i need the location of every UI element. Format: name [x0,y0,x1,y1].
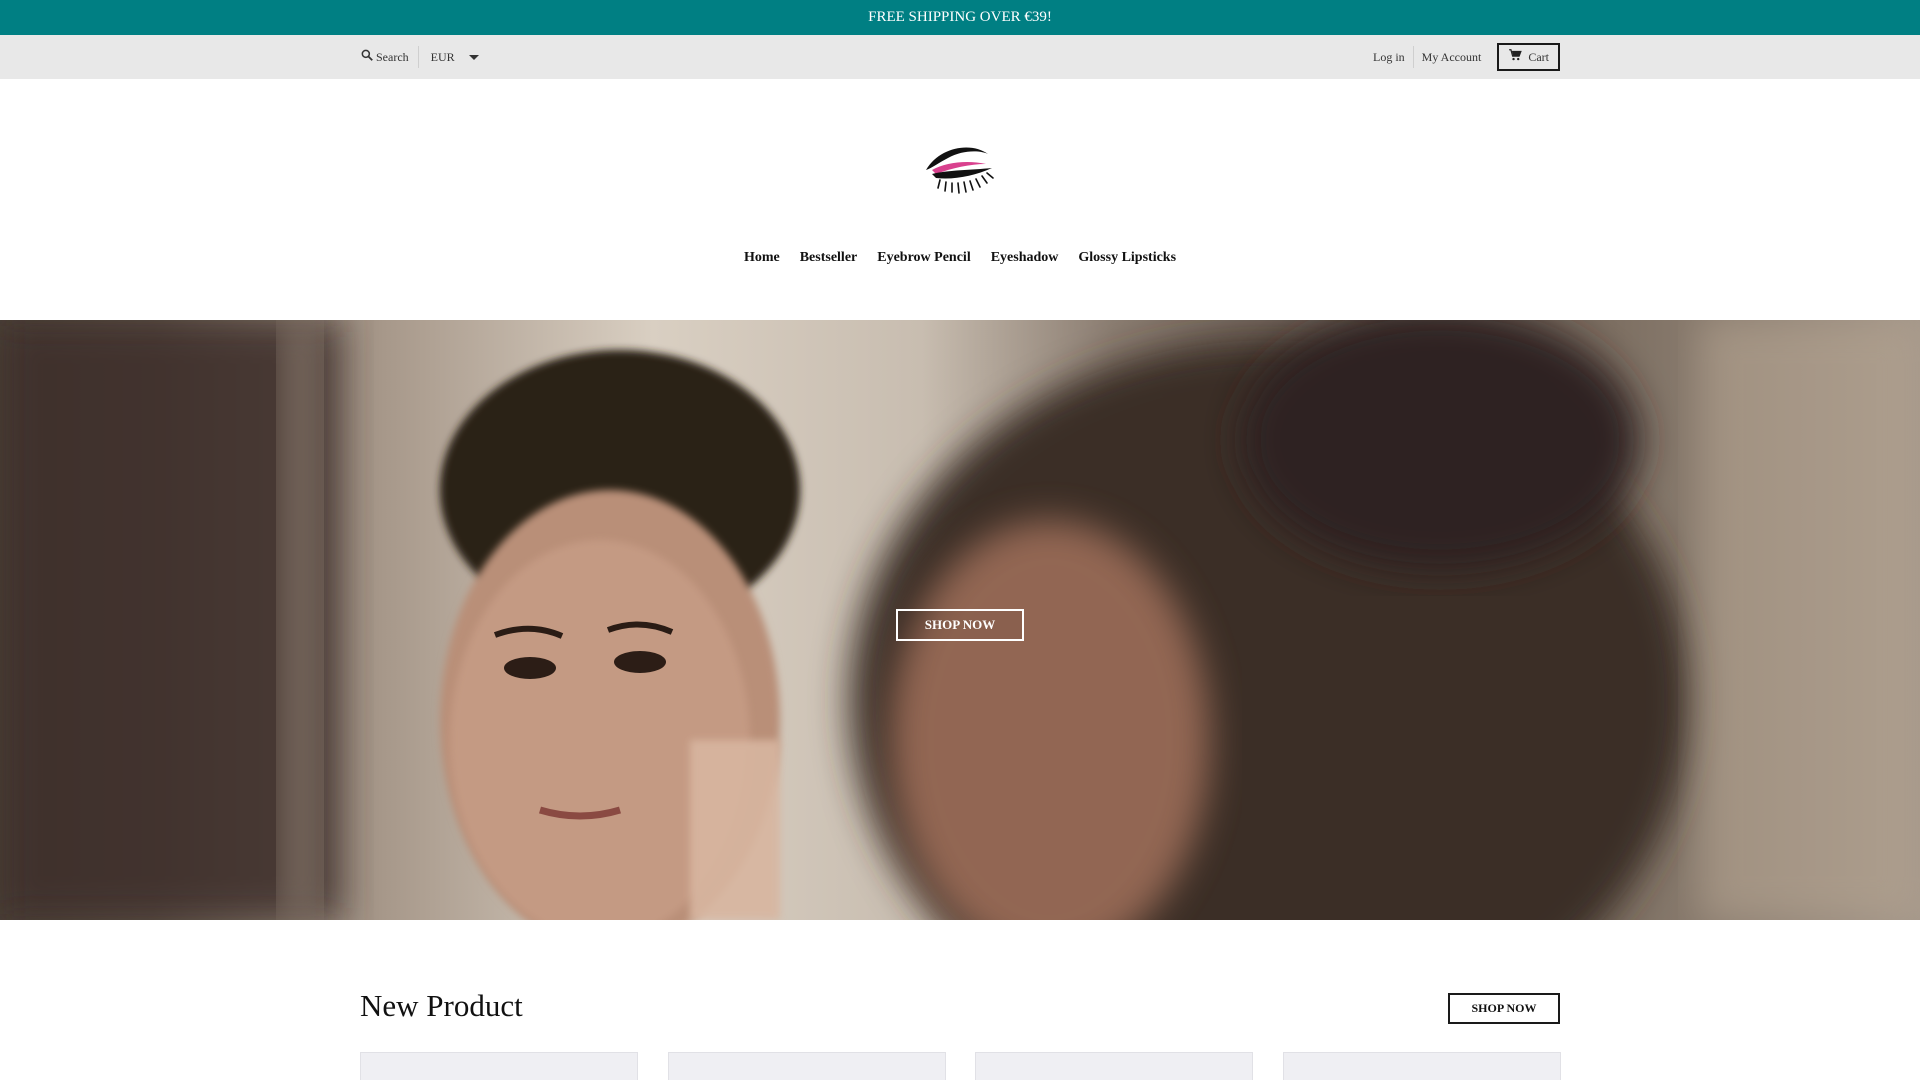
product-card[interactable] [668,1052,946,1080]
hero-shop-now-button[interactable]: SHOP NOW [896,609,1024,641]
search-label: Search [376,49,409,64]
cart-icon [1508,48,1523,66]
account-link[interactable]: My Account [1414,50,1482,65]
new-product-shop-now-button[interactable]: SHOP NOW [1448,993,1560,1024]
nav-item-eyeshadow[interactable]: Eyeshadow [991,250,1059,276]
section-title: New Product [360,988,523,1023]
hero-banner: SHOP NOW [0,320,1920,920]
cart-label: Cart [1528,49,1549,64]
product-grid [360,1052,1561,1080]
product-card[interactable] [975,1052,1253,1080]
cart-button[interactable]: Cart [1497,43,1560,71]
announcement-bar: FREE SHIPPING OVER €39! [0,0,1920,35]
nav-item-glossy-lipsticks[interactable]: Glossy Lipsticks [1078,250,1176,276]
utility-bar: Search EUR Log in My Account Cart [0,35,1920,79]
utility-right: Log in My Account Cart [1373,35,1560,79]
chevron-down-icon [468,54,479,60]
nav-item-bestseller[interactable]: Bestseller [800,250,858,276]
currency-selector[interactable]: EUR [419,50,479,65]
currency-value: EUR [430,49,455,64]
search-icon [360,48,374,66]
utility-left: Search EUR [360,35,479,79]
main-nav: Home Bestseller Eyebrow Pencil Eyeshadow… [0,250,1920,276]
search-button[interactable]: Search [360,46,419,68]
product-card[interactable] [360,1052,638,1080]
nav-item-eyebrow-pencil[interactable]: Eyebrow Pencil [877,250,970,276]
login-link[interactable]: Log in [1373,46,1414,68]
product-card[interactable] [1283,1052,1561,1080]
eye-lash-logo-icon [926,147,994,194]
nav-item-home[interactable]: Home [744,250,780,276]
store-logo[interactable] [922,140,998,206]
announcement-text: FREE SHIPPING OVER €39! [868,9,1052,25]
